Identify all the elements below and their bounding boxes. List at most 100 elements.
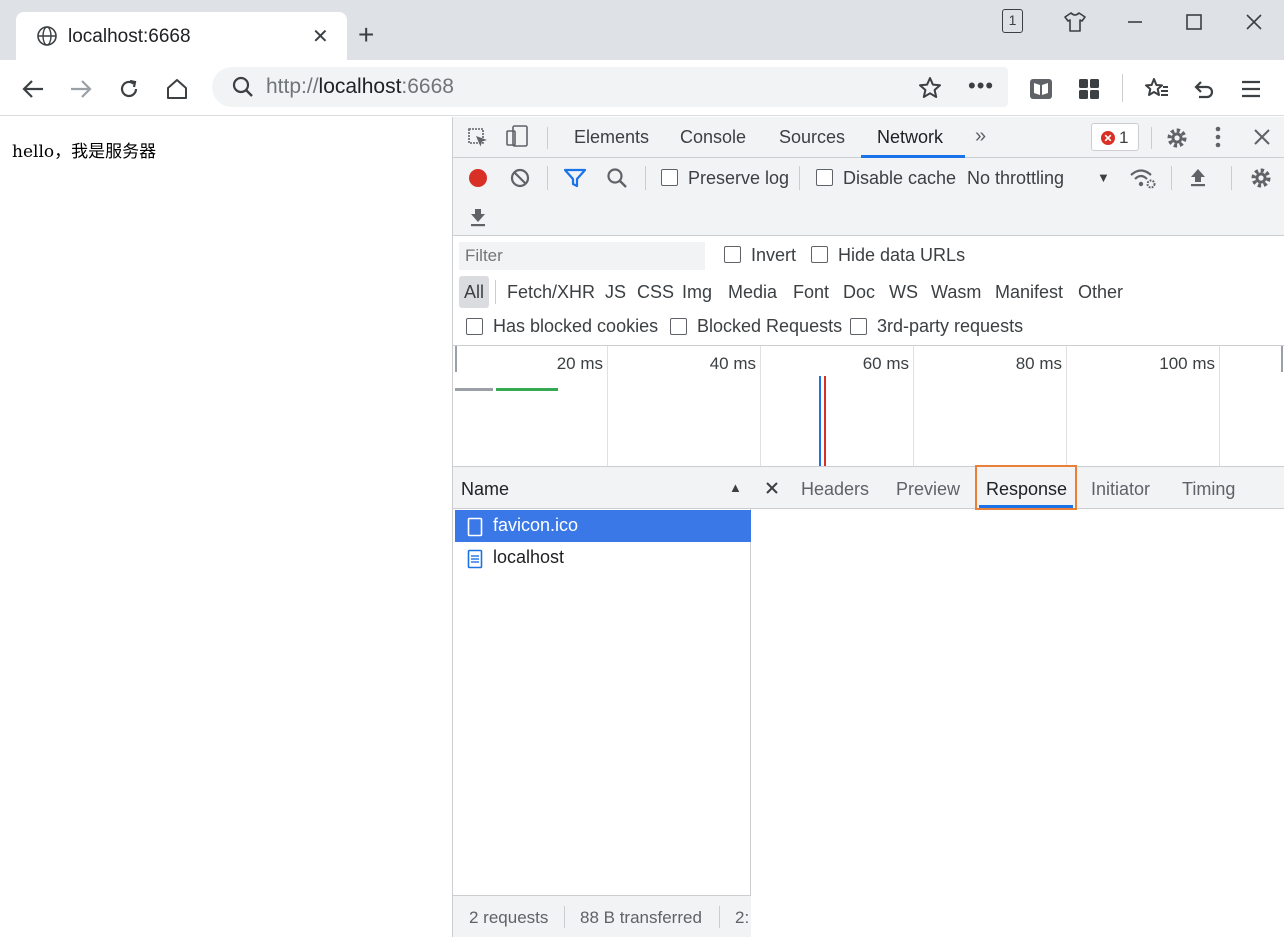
disable-cache-checkbox[interactable] bbox=[816, 169, 833, 186]
status-transferred: 88 B transferred bbox=[580, 908, 702, 927]
request-row-favicon[interactable]: favicon.ico bbox=[455, 510, 751, 542]
clear-block-icon[interactable] bbox=[509, 167, 531, 194]
timeline-left-handle[interactable] bbox=[455, 346, 457, 372]
import-har-upload-icon[interactable] bbox=[1187, 166, 1209, 193]
maximize-icon[interactable] bbox=[1179, 8, 1209, 36]
network-settings-gear-icon[interactable] bbox=[1249, 166, 1273, 195]
kebab-menu-icon[interactable] bbox=[1215, 125, 1221, 149]
shirt-icon[interactable] bbox=[1060, 8, 1090, 36]
filter-input[interactable] bbox=[459, 242, 705, 270]
type-filter-wasm[interactable]: Wasm bbox=[931, 282, 981, 303]
type-filter-fetch-xhr[interactable]: Fetch/XHR bbox=[507, 282, 595, 303]
error-count-badge[interactable]: 1 bbox=[1091, 123, 1139, 151]
request-list: Name ▲ favicon.ico localhost 2 requests … bbox=[453, 467, 751, 937]
tab-elements[interactable]: Elements bbox=[574, 127, 649, 148]
request-list-header[interactable]: Name ▲ bbox=[453, 467, 751, 509]
menu-hamburger-icon[interactable] bbox=[1234, 72, 1268, 106]
tab-sources[interactable]: Sources bbox=[779, 127, 845, 148]
bookmark-star-icon[interactable] bbox=[918, 76, 942, 105]
minimize-icon[interactable] bbox=[1120, 8, 1150, 36]
type-filter-img[interactable]: Img bbox=[682, 282, 712, 303]
devtools-divider bbox=[1151, 127, 1152, 149]
url-text: http://localhost:6668 bbox=[266, 75, 454, 99]
record-button-icon[interactable] bbox=[467, 167, 489, 194]
toolbar-divider bbox=[1122, 74, 1123, 102]
hide-data-urls-checkbox[interactable] bbox=[811, 246, 828, 263]
response-tab-highlight bbox=[975, 465, 1077, 510]
tab-preview[interactable]: Preview bbox=[896, 479, 960, 500]
toolbar-divider bbox=[799, 166, 800, 190]
url-scheme: http:// bbox=[266, 75, 319, 98]
invert-label: Invert bbox=[751, 245, 797, 265]
new-tab-icon[interactable]: + bbox=[358, 20, 374, 50]
type-filter-doc[interactable]: Doc bbox=[843, 282, 875, 303]
tab-initiator[interactable]: Initiator bbox=[1091, 479, 1150, 500]
device-toolbar-icon[interactable] bbox=[505, 125, 531, 154]
inspect-element-icon[interactable] bbox=[467, 127, 489, 154]
address-bar[interactable]: http://localhost:6668 ••• bbox=[212, 67, 1008, 107]
devtools-tab-strip: Elements Console Sources Network » 1 bbox=[453, 117, 1284, 158]
toolbar-divider bbox=[1231, 166, 1232, 190]
tick-label-60ms: 60 ms bbox=[862, 354, 909, 373]
type-filter-js[interactable]: JS bbox=[605, 282, 626, 303]
tab-console[interactable]: Console bbox=[680, 127, 746, 148]
tab-network[interactable]: Network bbox=[877, 127, 943, 148]
grid-line bbox=[1066, 346, 1067, 466]
third-party-requests-checkbox[interactable] bbox=[850, 318, 867, 335]
more-tabs-chevron-icon[interactable]: » bbox=[975, 125, 986, 148]
throttling-select[interactable]: No throttling bbox=[967, 168, 1064, 189]
type-filter-other[interactable]: Other bbox=[1078, 282, 1123, 303]
favorites-star-icon[interactable] bbox=[1140, 72, 1174, 106]
more-dots-icon[interactable]: ••• bbox=[968, 73, 994, 99]
request-row-localhost[interactable]: localhost bbox=[455, 542, 751, 574]
type-filter-manifest[interactable]: Manifest bbox=[995, 282, 1063, 303]
invert-checkbox[interactable] bbox=[724, 246, 741, 263]
search-icon[interactable] bbox=[606, 167, 628, 194]
request-name: localhost bbox=[493, 547, 565, 567]
filter-divider bbox=[495, 280, 496, 304]
sort-ascending-icon[interactable]: ▲ bbox=[729, 480, 742, 495]
grid-line bbox=[1219, 346, 1220, 466]
undo-icon[interactable] bbox=[1186, 72, 1220, 106]
type-filter-ws[interactable]: WS bbox=[889, 282, 918, 303]
apps-grid-icon[interactable] bbox=[1072, 72, 1106, 106]
network-conditions-wifi-icon[interactable] bbox=[1129, 166, 1157, 195]
settings-gear-icon[interactable] bbox=[1165, 126, 1189, 155]
type-filter-media[interactable]: Media bbox=[728, 282, 777, 303]
dom-content-loaded-line bbox=[819, 376, 821, 466]
close-detail-icon[interactable] bbox=[765, 481, 779, 500]
home-icon[interactable] bbox=[160, 72, 194, 106]
filter-funnel-icon[interactable] bbox=[563, 167, 587, 194]
column-header-name[interactable]: Name bbox=[461, 479, 509, 500]
network-status-bar: 2 requests 88 B transferred 2: bbox=[453, 895, 751, 937]
status-divider bbox=[719, 906, 720, 928]
type-filter-all[interactable]: All bbox=[464, 282, 484, 303]
error-count: 1 bbox=[1119, 128, 1129, 147]
throttling-dropdown-icon[interactable]: ▼ bbox=[1097, 170, 1110, 185]
reader-book-icon[interactable] bbox=[1024, 72, 1058, 106]
preserve-log-checkbox[interactable] bbox=[661, 169, 678, 186]
tab-timing[interactable]: Timing bbox=[1182, 479, 1235, 500]
type-filter-css[interactable]: CSS bbox=[637, 282, 674, 303]
timeline-right-handle[interactable] bbox=[1281, 346, 1283, 372]
export-har-download-icon[interactable] bbox=[467, 206, 489, 233]
filter-bar: Invert Hide data URLs All Fetch/XHR JS C… bbox=[453, 236, 1284, 346]
close-window-icon[interactable] bbox=[1239, 8, 1269, 36]
back-arrow-icon[interactable] bbox=[16, 72, 50, 106]
tab-title: localhost:6668 bbox=[68, 26, 191, 47]
reload-icon[interactable] bbox=[112, 72, 146, 106]
blocked-requests-label: Blocked Requests bbox=[697, 316, 843, 336]
blocked-requests-checkbox[interactable] bbox=[670, 318, 687, 335]
tab-headers[interactable]: Headers bbox=[801, 479, 869, 500]
timeline-overview[interactable]: 20 ms 40 ms 60 ms 80 ms 100 ms bbox=[453, 346, 1284, 467]
close-devtools-icon[interactable] bbox=[1253, 128, 1271, 151]
window-count-badge[interactable]: 1 bbox=[1002, 9, 1023, 33]
disable-cache-label: Disable cache bbox=[843, 168, 957, 188]
has-blocked-cookies-checkbox[interactable] bbox=[466, 318, 483, 335]
forward-arrow-icon[interactable] bbox=[64, 72, 98, 106]
status-request-count: 2 requests bbox=[469, 908, 549, 927]
globe-icon bbox=[36, 25, 58, 52]
type-filter-font[interactable]: Font bbox=[793, 282, 829, 303]
browser-tab[interactable]: localhost:6668 ✕ bbox=[16, 12, 347, 60]
tab-close-icon[interactable]: ✕ bbox=[312, 24, 329, 49]
